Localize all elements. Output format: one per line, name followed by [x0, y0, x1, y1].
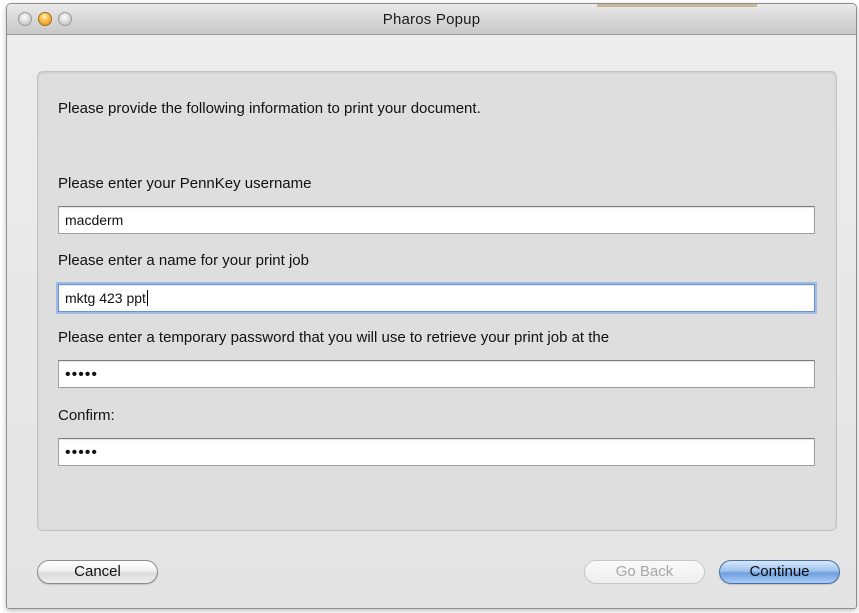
confirm-password-value: ••••• [65, 444, 99, 461]
dialog-content: Please provide the following information… [7, 35, 856, 608]
password-value: ••••• [65, 366, 99, 383]
window-title: Pharos Popup [382, 11, 481, 28]
username-label: Please enter your PennKey username [58, 175, 312, 192]
password-field[interactable]: ••••• [58, 360, 815, 388]
title-bar-highlight [597, 4, 757, 7]
pharos-popup-window: Pharos Popup Please provide the followin… [6, 3, 857, 609]
password-label: Please enter a temporary password that y… [58, 329, 610, 346]
intro-text: Please provide the following information… [58, 100, 481, 117]
confirm-password-field[interactable]: ••••• [58, 438, 815, 466]
text-cursor [146, 290, 148, 306]
go-back-button[interactable]: Go Back [584, 560, 705, 584]
confirm-label: Confirm: [58, 407, 115, 424]
job-name-field[interactable]: mktg 423 ppt [58, 284, 815, 312]
job-name-value: mktg 423 ppt [65, 290, 146, 306]
cancel-button[interactable]: Cancel [37, 560, 158, 584]
job-name-label: Please enter a name for your print job [58, 252, 309, 269]
print-info-panel: Please provide the following information… [37, 71, 837, 531]
username-field[interactable]: macderm [58, 206, 815, 234]
username-value: macderm [65, 212, 124, 228]
title-bar[interactable]: Pharos Popup [7, 4, 856, 35]
continue-button[interactable]: Continue [719, 560, 840, 584]
